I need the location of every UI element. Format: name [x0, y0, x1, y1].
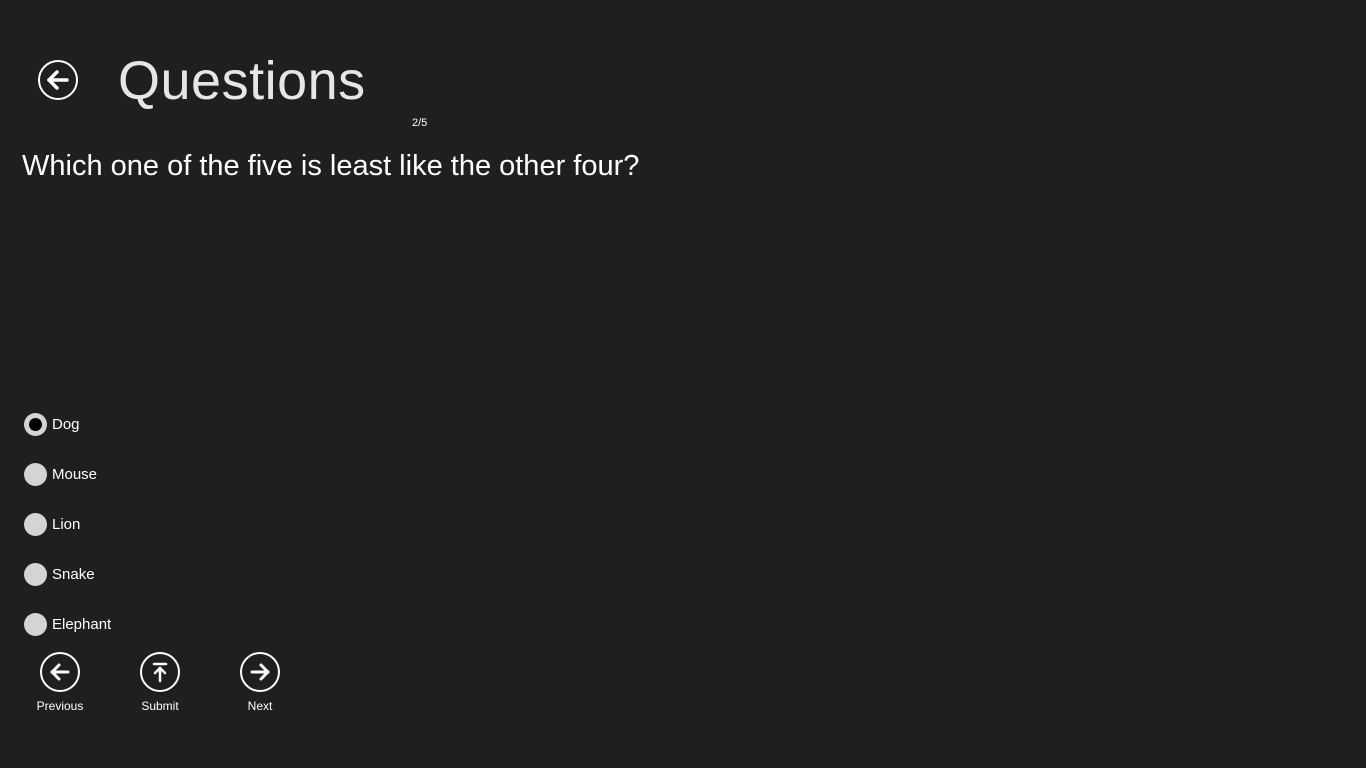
app-bar: Previous Submit Next [30, 652, 330, 713]
option-label: Mouse [52, 465, 98, 483]
question-progress: 2/5 [412, 117, 428, 129]
question-text: Which one of the five is least like the … [22, 150, 640, 182]
radio-button[interactable] [24, 612, 47, 636]
radio-button[interactable] [24, 562, 47, 586]
next-label: Next [247, 699, 273, 713]
radio-button[interactable] [24, 412, 47, 436]
option-label: Dog [52, 415, 80, 433]
page-title: Questions [118, 51, 366, 111]
radio-button[interactable] [24, 512, 47, 536]
submit-label: Submit [141, 699, 179, 713]
next-button[interactable]: Next [230, 652, 290, 713]
radio-button[interactable] [24, 462, 47, 486]
option-lion[interactable]: Lion [24, 512, 111, 536]
option-mouse[interactable]: Mouse [24, 462, 111, 486]
previous-label: Previous [36, 699, 84, 713]
answer-options: Dog Mouse Lion Snake Elephant [24, 412, 111, 662]
option-label: Snake [52, 565, 95, 583]
option-label: Elephant [52, 615, 112, 633]
option-label: Lion [52, 515, 81, 533]
option-snake[interactable]: Snake [24, 562, 111, 586]
back-button[interactable] [38, 60, 78, 100]
upload-icon [140, 652, 180, 692]
left-arrow-icon [40, 652, 80, 692]
previous-button[interactable]: Previous [30, 652, 90, 713]
submit-button[interactable]: Submit [130, 652, 190, 713]
right-arrow-icon [240, 652, 280, 692]
option-elephant[interactable]: Elephant [24, 612, 111, 636]
option-dog[interactable]: Dog [24, 412, 111, 436]
questions-page: Questions 2/5 Which one of the five is l… [0, 0, 1366, 768]
